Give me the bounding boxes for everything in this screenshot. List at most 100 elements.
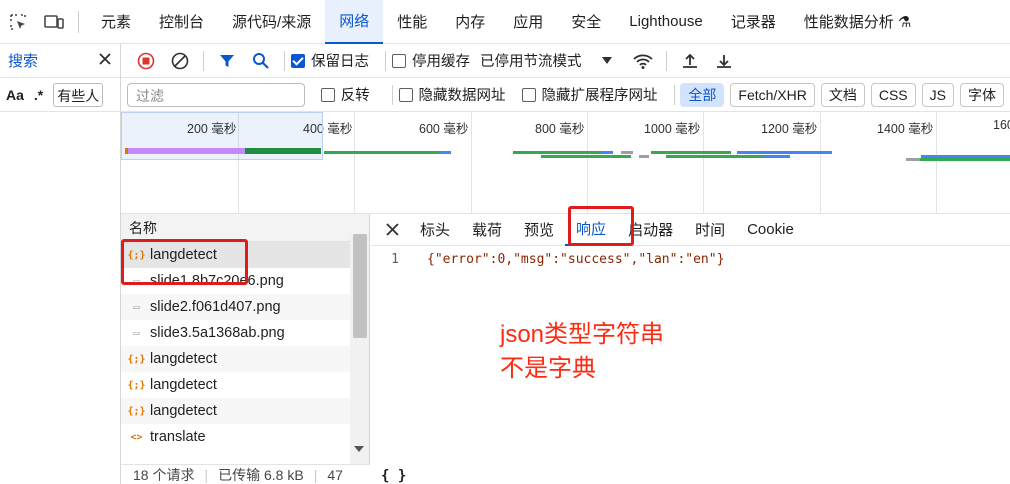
request-row[interactable]: {;} langdetect	[121, 242, 350, 268]
scroll-down-arrow-icon[interactable]	[354, 446, 364, 452]
timeline-tick-label: 1400 毫秒	[877, 122, 934, 136]
tab-cookies[interactable]: Cookie	[736, 214, 805, 246]
tab-payload[interactable]: 载荷	[461, 214, 513, 246]
checkbox-unchecked-icon	[320, 87, 335, 102]
tab-console[interactable]: 控制台	[145, 0, 218, 44]
timeline-tick-label: 1600	[993, 118, 1010, 132]
filter-input[interactable]: 过滤	[127, 82, 305, 107]
timeline-tick-label: 1000 毫秒	[644, 122, 701, 136]
import-har-icon[interactable]	[673, 44, 707, 78]
invert-label: 反转	[340, 88, 370, 104]
filter-icon[interactable]	[210, 44, 244, 78]
close-icon[interactable]	[375, 214, 409, 246]
name-column-header[interactable]: 名称	[121, 214, 369, 242]
export-har-icon[interactable]	[707, 44, 741, 78]
annotation-text: json类型字符串 不是字典	[500, 318, 664, 386]
filter-chip-css[interactable]: CSS	[870, 82, 916, 107]
filter-chip-fetch-xhr[interactable]: Fetch/XHR	[730, 82, 815, 107]
dropdown-arrow-icon	[601, 53, 612, 69]
timeline-bar	[906, 158, 920, 161]
tab-lighthouse[interactable]: Lighthouse	[615, 0, 716, 44]
clear-icon[interactable]	[163, 44, 197, 78]
inspect-element-icon[interactable]	[0, 0, 36, 44]
timeline-tick-label: 800 毫秒	[535, 122, 585, 136]
search-icon[interactable]	[244, 44, 278, 78]
devtools-topbar: 元素 控制台 源代码/来源 网络 性能 内存 应用 安全 Lighthouse …	[0, 0, 1010, 44]
tab-timing[interactable]: 时间	[684, 214, 736, 246]
timeline-gridline	[471, 112, 472, 213]
annotation-line: json类型字符串	[500, 321, 665, 348]
timeline-tick-label: 1200 毫秒	[761, 122, 818, 136]
tab-memory[interactable]: 内存	[441, 0, 499, 44]
close-icon[interactable]	[98, 52, 112, 69]
filter-chip-font[interactable]: 字体	[960, 82, 1004, 107]
tab-elements[interactable]: 元素	[87, 0, 145, 44]
request-row[interactable]: {;} langdetect	[121, 398, 350, 424]
response-json-text[interactable]: {"error":0,"msg":"success","lan":"en"}	[427, 252, 724, 267]
request-detail-pane: 标头 载荷 预览 响应 启动器 时间 Cookie 1 {"error":0,"…	[371, 214, 1010, 484]
regex-toggle[interactable]: .*	[34, 87, 43, 103]
disable-cache-checkbox[interactable]: 停用缓存	[392, 50, 470, 71]
response-body[interactable]: 1 {"error":0,"msg":"success","lan":"en"}	[371, 252, 724, 267]
record-stop-button[interactable]	[129, 44, 163, 78]
tab-performance[interactable]: 性能	[383, 0, 441, 44]
filter-chip-all[interactable]: 全部	[680, 82, 725, 107]
toolbar-divider	[203, 50, 204, 71]
timeline-gridline	[587, 112, 588, 213]
hide-extension-urls-checkbox[interactable]: 隐藏扩展程序网址	[521, 84, 658, 105]
timeline-bar	[245, 148, 321, 154]
tab-response[interactable]: 响应	[565, 214, 618, 246]
timeline-tick-label: 600 毫秒	[419, 122, 469, 136]
match-case-toggle[interactable]: Aa	[6, 87, 24, 103]
request-name: langdetect	[150, 351, 217, 367]
preserve-log-checkbox[interactable]: 保留日志	[291, 50, 369, 71]
tab-sources[interactable]: 源代码/来源	[218, 0, 325, 44]
filter-chip-doc[interactable]: 文档	[820, 82, 865, 107]
timeline-bar	[651, 151, 731, 154]
request-name: langdetect	[150, 247, 217, 263]
filter-chip-js[interactable]: JS	[921, 82, 954, 107]
pretty-print-button[interactable]: { }	[381, 468, 406, 484]
tab-headers[interactable]: 标头	[409, 214, 461, 246]
search-input[interactable]: 有些人	[53, 82, 104, 107]
tab-preview[interactable]: 预览	[513, 214, 565, 246]
tab-security[interactable]: 安全	[557, 0, 615, 44]
invert-checkbox[interactable]: 反转	[320, 84, 370, 105]
request-row[interactable]: ▭ slide1.8b7c20e6.png	[121, 268, 350, 294]
detail-tabs: 标头 载荷 预览 响应 启动器 时间 Cookie	[371, 214, 1010, 246]
network-conditions-icon[interactable]	[626, 44, 660, 78]
tab-application[interactable]: 应用	[499, 0, 557, 44]
toolbar-divider	[78, 10, 79, 33]
hide-data-urls-checkbox[interactable]: 隐藏数据网址	[398, 84, 506, 105]
request-row[interactable]: {;} langdetect	[121, 346, 350, 372]
timeline-bar	[513, 151, 601, 154]
annotation-line: 不是字典	[500, 355, 596, 382]
timeline-gridline	[820, 112, 821, 213]
request-row[interactable]: <> translate	[121, 424, 350, 450]
xhr-file-icon: {;}	[127, 379, 146, 391]
throttling-select[interactable]: 已停用节流模式	[480, 50, 612, 71]
timeline-bar	[324, 151, 439, 154]
network-overview-timeline[interactable]: 200 毫秒 400 毫秒 600 毫秒 800 毫秒 1000 毫秒 1200…	[121, 112, 1010, 214]
request-row[interactable]: {;} langdetect	[121, 372, 350, 398]
xhr-file-icon: {;}	[127, 353, 146, 365]
timeline-bar	[621, 151, 633, 154]
tab-initiator[interactable]: 启动器	[617, 214, 684, 246]
request-row[interactable]: ▭ slide2.f061d407.png	[121, 294, 350, 320]
scrollbar-thumb[interactable]	[353, 234, 367, 338]
throttling-value: 已停用节流模式	[480, 54, 582, 70]
checkbox-unchecked-icon	[398, 87, 413, 102]
tab-network[interactable]: 网络	[325, 0, 384, 44]
line-number: 1	[391, 252, 399, 267]
toolbar-divider	[391, 84, 393, 105]
checkbox-checked-icon	[291, 53, 305, 68]
tab-performance-insights[interactable]: 性能数据分析 ⚗	[790, 0, 926, 44]
request-row[interactable]: ▭ slide3.5a1368ab.png	[121, 320, 350, 346]
checkbox-unchecked-icon	[392, 53, 406, 68]
device-toolbar-icon[interactable]	[36, 0, 72, 44]
tab-recorder[interactable]: 记录器	[717, 0, 790, 44]
request-name: slide2.f061d407.png	[150, 299, 281, 315]
network-toolbar: 保留日志 停用缓存 已停用节流模式	[121, 44, 1010, 78]
request-count: 18 个请求	[133, 466, 195, 483]
transferred-size: 已传输 6.8 kB	[218, 466, 304, 483]
